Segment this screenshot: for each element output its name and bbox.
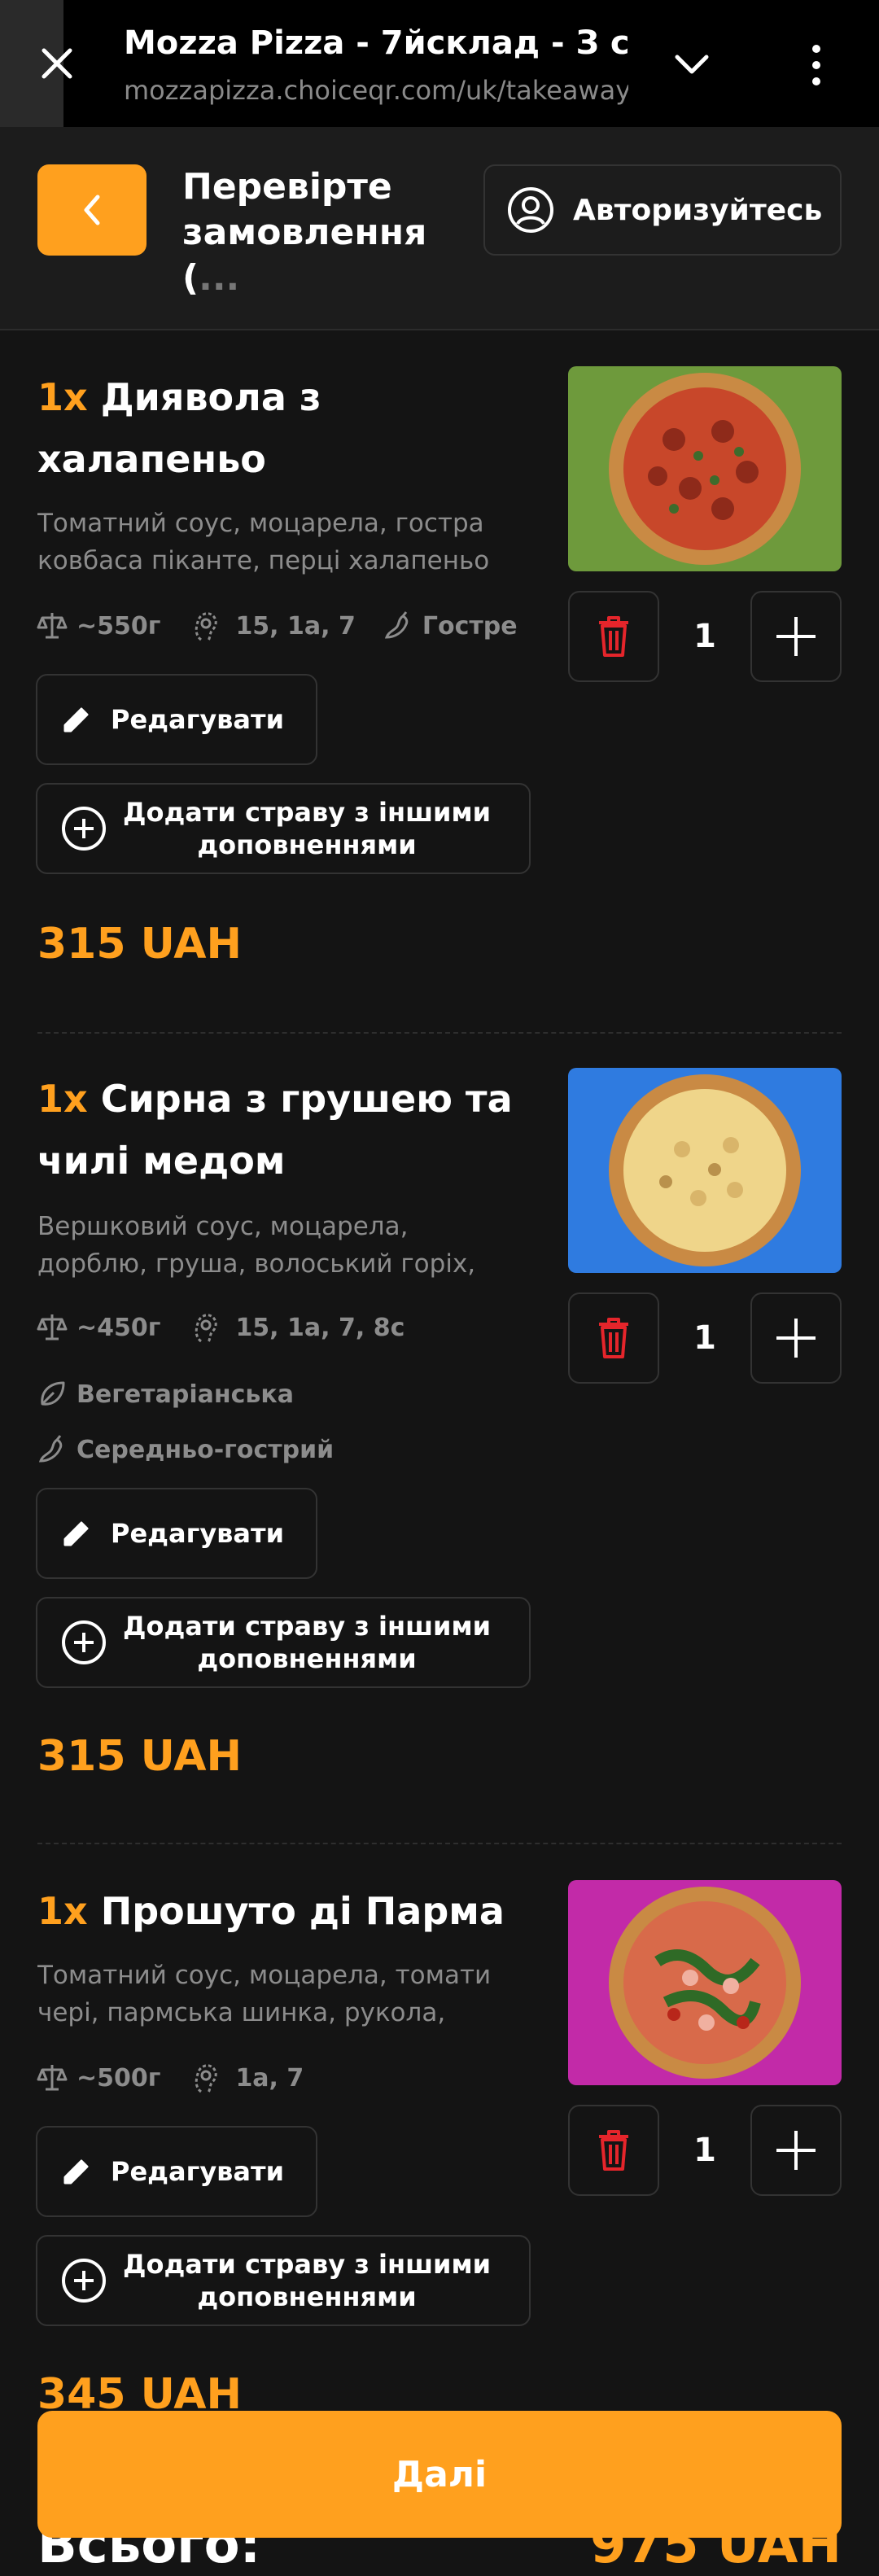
browser-url[interactable]: mozzapizza.choiceqr.com/uk/takeaway [124, 75, 628, 106]
pizza-image[interactable] [568, 366, 842, 571]
item-description: Вершковий соус, моцарела, дорблю, груша,… [37, 1212, 476, 1279]
item-name: 1x Диявола з халапеньо [37, 366, 526, 490]
item-tag-spicy: Середньо-гострий [36, 1429, 360, 1470]
item-divider [37, 1032, 842, 1034]
edit-button[interactable]: Редагувати [36, 674, 317, 765]
login-label: Авторизуйтесь [573, 193, 823, 227]
plus-icon [776, 1319, 816, 1358]
quantity-stepper: 1 [568, 591, 842, 682]
item-spicy: Гостре [422, 611, 518, 641]
more-vert-icon[interactable] [806, 42, 827, 88]
page-title: Перевірте замовлення (... [182, 164, 492, 301]
pizza-image[interactable] [568, 1068, 842, 1273]
plus-icon [776, 2131, 816, 2170]
quantity-value: 1 [693, 1319, 716, 1357]
item-allergens: 15, 1а, 7 [235, 611, 356, 641]
item-description: Томатний соус, моцарела, гостра ковбаса … [37, 509, 490, 575]
allergen-icon [195, 1314, 218, 1345]
item-qty-prefix: 1x [37, 1889, 88, 1933]
next-label: Далі [391, 2453, 488, 2495]
item-qty-prefix: 1x [37, 375, 88, 419]
item-meta: ~500г 1а, 7 [36, 2058, 330, 2098]
increase-button[interactable] [750, 591, 842, 682]
chili-icon [38, 1435, 63, 1463]
add-with-options-label: Додати страву з іншими доповненнями [122, 1611, 492, 1674]
chevron-down-icon[interactable] [672, 52, 711, 78]
close-icon[interactable] [37, 44, 77, 83]
plus-circle-icon [62, 807, 106, 851]
add-with-options-label: Додати страву з іншими доповненнями [122, 2249, 492, 2312]
page-header: Перевірте замовлення (... Авторизуйтесь [0, 127, 879, 330]
quantity-stepper: 1 [568, 2105, 842, 2196]
pencil-icon [63, 1521, 89, 1546]
chili-icon [384, 611, 409, 639]
edit-label: Редагувати [111, 704, 284, 735]
allergen-icon [195, 612, 218, 643]
edit-label: Редагувати [111, 1518, 284, 1549]
item-weight: ~450г [77, 1313, 161, 1342]
item-meta: ~450г 15, 1а, 7, 8с [36, 1307, 431, 1348]
quantity-value: 1 [693, 618, 716, 655]
item-allergens: 1а, 7 [235, 2063, 304, 2093]
remove-button[interactable] [568, 1292, 659, 1384]
browser-title: Mozza Pizza - 7йсклад - З собі [124, 24, 628, 62]
remove-button[interactable] [568, 2105, 659, 2196]
browser-bar: Mozza Pizza - 7йсклад - З собі mozzapizz… [0, 0, 879, 127]
add-with-options-label: Додати страву з іншими доповненнями [122, 797, 492, 860]
pencil-icon [63, 2159, 89, 2185]
item-name-text: Прошуто ді Парма [100, 1889, 505, 1933]
chevron-left-icon [84, 195, 100, 225]
item-price: 315 UAH [37, 1732, 243, 1781]
item-meta: ~550г 15, 1а, 7 Гостре [36, 606, 544, 646]
item-weight: ~550г [77, 611, 161, 641]
add-with-options-button[interactable]: Додати страву з іншими доповненнями [36, 2235, 531, 2326]
pencil-icon [63, 707, 89, 733]
item-description: Томатний соус, моцарела, томати чері, па… [37, 1961, 492, 2027]
plus-icon [776, 617, 816, 656]
page-title-ellipsis: ... [199, 257, 240, 299]
trash-icon [599, 1318, 628, 1358]
item-price: 315 UAH [37, 920, 243, 969]
remove-button[interactable] [568, 591, 659, 682]
pizza-illustration [609, 1887, 801, 2079]
pizza-illustration [609, 373, 801, 565]
item-name: 1x Прошуто ді Парма [37, 1880, 526, 1942]
quantity-stepper: 1 [568, 1292, 842, 1384]
item-spicy-label: Середньо-гострий [77, 1435, 335, 1464]
item-divider [37, 1843, 842, 1844]
login-button[interactable]: Авторизуйтесь [483, 164, 842, 256]
edit-button[interactable]: Редагувати [36, 1488, 317, 1579]
edit-label: Редагувати [111, 2156, 284, 2187]
item-weight: ~500г [77, 2063, 161, 2093]
trash-icon [599, 2130, 628, 2171]
item-name-text: Сирна з грушею та чилі медом [37, 1077, 513, 1183]
back-button[interactable] [37, 164, 146, 256]
quantity-value: 1 [693, 2132, 716, 2169]
allergen-icon [195, 2064, 218, 2095]
weight-scale-icon [37, 2065, 68, 2091]
pizza-image[interactable] [568, 1880, 842, 2085]
increase-button[interactable] [750, 2105, 842, 2196]
item-qty-prefix: 1x [37, 1077, 88, 1121]
item-veg-label: Вегетаріанська [77, 1380, 294, 1409]
next-button[interactable]: Далі [37, 2411, 842, 2538]
item-name: 1x Сирна з грушею та чилі медом [37, 1068, 526, 1192]
weight-scale-icon [37, 1314, 68, 1340]
edit-button[interactable]: Редагувати [36, 2126, 317, 2217]
plus-circle-icon [62, 2259, 106, 2303]
trash-icon [599, 616, 628, 657]
weight-scale-icon [37, 613, 68, 639]
increase-button[interactable] [750, 1292, 842, 1384]
pizza-illustration [609, 1074, 801, 1266]
plus-circle-icon [62, 1620, 106, 1664]
add-with-options-button[interactable]: Додати страву з іншими доповненнями [36, 783, 531, 874]
item-tag-veg: Вегетаріанська [36, 1374, 320, 1415]
leaf-icon [41, 1381, 65, 1406]
item-allergens: 15, 1а, 7, 8с [235, 1313, 405, 1342]
add-with-options-button[interactable]: Додати страву з іншими доповненнями [36, 1597, 531, 1688]
user-icon [508, 187, 553, 233]
